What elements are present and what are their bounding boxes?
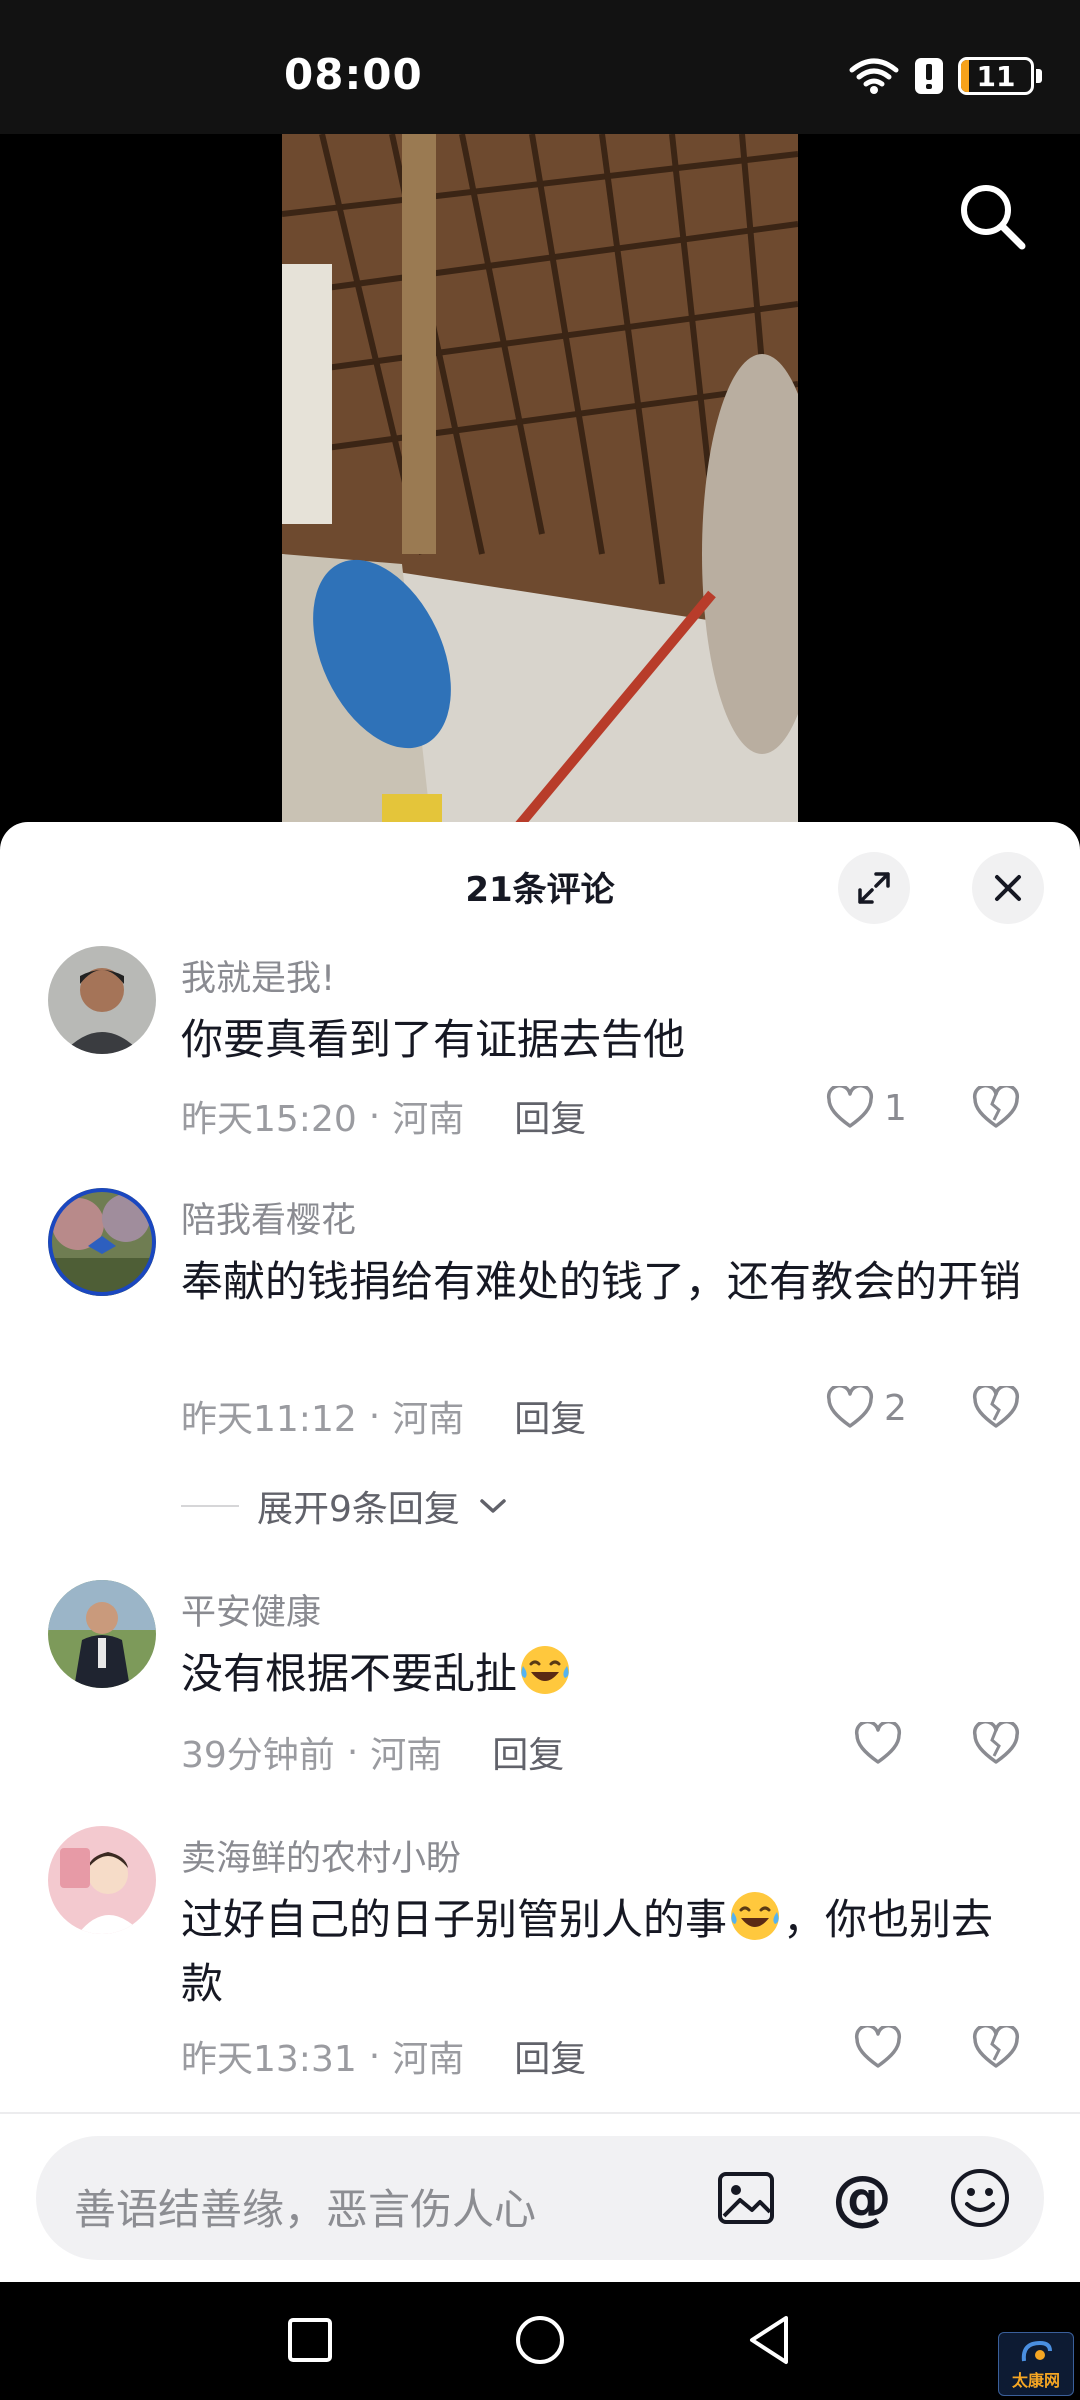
home-button[interactable] <box>510 2310 570 2370</box>
video-player[interactable] <box>0 134 1080 834</box>
comment-username[interactable]: 平安健康 <box>181 1584 321 1635</box>
status-bar: 08:00 11 <box>0 0 1080 134</box>
comment-time: 昨天13:31 <box>181 2039 357 2080</box>
like-button[interactable]: 2 <box>826 1386 907 1430</box>
avatar[interactable] <box>48 946 156 1054</box>
laughing-crying-emoji-icon <box>731 1892 780 1940</box>
comment-time: 39分钟前 <box>181 1735 335 1776</box>
comment-text: 奉献的钱捐给有难处的钱了，还有教会的开销 <box>181 1257 1022 1306</box>
comment-username[interactable]: 我就是我! <box>181 950 335 1001</box>
like-button[interactable]: 1 <box>826 1086 907 1130</box>
comment-item: 平安健康 没有根据不要乱扯 39分钟前 · 河南 回复 <box>0 1580 1080 1810</box>
meta-separator: · <box>368 1095 381 1137</box>
comment-location: 河南 <box>370 1735 443 1776</box>
at-icon: @ <box>832 2163 892 2233</box>
watermark-text: 太康网 <box>1011 2371 1060 2390</box>
comment-time: 昨天11:12 <box>181 1399 357 1440</box>
reply-button[interactable]: 回复 <box>514 1090 586 1142</box>
comment-item: 我就是我! 你要真看到了有证据去告他 昨天15:20 · 河南 回复 1 <box>0 946 1080 1166</box>
battery-fill <box>961 60 969 92</box>
image-button[interactable] <box>714 2166 778 2230</box>
smiley-icon <box>951 2169 1009 2227</box>
search-icon <box>961 185 1026 250</box>
comment-item: 陪我看樱花 奉献的钱捐给有难处的钱了，还有教会的开销 昨天11:12 · 河南 … <box>0 1188 1080 1478</box>
back-triangle-icon <box>750 2316 788 2364</box>
emoji-button[interactable] <box>948 2166 1012 2230</box>
wifi-icon <box>848 56 900 96</box>
comment-location: 河南 <box>392 1399 465 1440</box>
comment-text: 过好自己的日子别管别人的事 ，你也别去款 <box>181 1888 1021 2016</box>
laughing-crying-emoji-icon <box>521 1646 570 1694</box>
circle-icon <box>516 2316 564 2364</box>
recent-apps-button[interactable] <box>280 2310 340 2370</box>
broken-heart-icon <box>972 2024 1020 2068</box>
comment-text-content: 过好自己的日子别管别人的事 <box>181 1895 728 1944</box>
like-count: 1 <box>884 1087 907 1129</box>
comment-meta: 39分钟前 · 河南 回复 <box>181 1726 564 1778</box>
heart-icon <box>854 2026 902 2068</box>
chevron-down-icon <box>480 1499 506 1513</box>
broken-heart-icon <box>972 1084 1020 1128</box>
meta-separator: · <box>346 1731 359 1773</box>
comment-text: 没有根据不要乱扯 <box>181 1642 1021 1706</box>
comment-text: 你要真看到了有证据去告他 <box>181 1015 686 1064</box>
expand-replies-label: 展开9条回复 <box>257 1489 460 1530</box>
watermark-logo: 太康网 <box>998 2332 1074 2396</box>
comments-title: 21条评论 <box>465 870 615 910</box>
dislike-button[interactable] <box>972 1720 1020 1770</box>
comment-location: 河南 <box>392 1099 465 1140</box>
avatar[interactable] <box>48 1826 156 1934</box>
broken-heart-icon <box>972 1384 1020 1428</box>
comment-input[interactable]: 善语结善缘，恶言伤人心 @ <box>36 2136 1044 2260</box>
avatar[interactable] <box>48 1188 156 1296</box>
square-icon <box>288 2318 332 2362</box>
heart-icon <box>826 1086 874 1128</box>
status-icons: 11 <box>848 56 1042 96</box>
dislike-button[interactable] <box>972 1084 1020 1134</box>
expand-replies-button[interactable]: 展开9条回复 <box>181 1480 508 1532</box>
battery-level: 11 <box>976 59 1016 93</box>
heart-icon <box>854 1722 902 1764</box>
back-button[interactable] <box>740 2310 800 2370</box>
like-count: 2 <box>884 1387 907 1429</box>
comment-meta: 昨天11:12 · 河南 回复 <box>181 1390 586 1442</box>
divider <box>0 2112 1080 2114</box>
alert-icon <box>914 57 944 95</box>
comment-meta: 昨天13:31 · 河南 回复 <box>181 2030 586 2082</box>
like-button[interactable] <box>854 1722 902 1766</box>
status-time: 08:00 <box>284 50 423 99</box>
comment-item: 卖海鲜的农村小盼 过好自己的日子别管别人的事 ，你也别去款 昨天13:31 · … <box>0 1826 1080 2106</box>
reply-button[interactable]: 回复 <box>514 2030 586 2082</box>
broken-heart-icon <box>972 1720 1020 1764</box>
comment-time: 昨天15:20 <box>181 1099 357 1140</box>
comment-meta: 昨天15:20 · 河南 回复 <box>181 1090 586 1142</box>
divider <box>181 1505 239 1507</box>
comment-username[interactable]: 陪我看樱花 <box>181 1192 356 1243</box>
dislike-button[interactable] <box>972 1384 1020 1434</box>
meta-separator: · <box>368 2035 381 2077</box>
reply-button[interactable]: 回复 <box>514 1390 586 1442</box>
meta-separator: · <box>368 1395 381 1437</box>
dislike-button[interactable] <box>972 2024 1020 2074</box>
expand-icon <box>858 872 890 904</box>
image-icon <box>718 2172 774 2224</box>
expand-button[interactable] <box>838 852 910 924</box>
battery-indicator: 11 <box>958 57 1034 95</box>
avatar[interactable] <box>48 1580 156 1688</box>
comment-location: 河南 <box>392 2039 465 2080</box>
navigation-bar: 太康网 <box>0 2282 1080 2400</box>
like-button[interactable] <box>854 2026 902 2070</box>
watermark-icon <box>1021 2340 1052 2362</box>
comment-input-placeholder: 善语结善缘，恶言伤人心 <box>74 2185 537 2234</box>
comment-username[interactable]: 卖海鲜的农村小盼 <box>181 1830 461 1881</box>
video-frame[interactable] <box>282 134 798 834</box>
comment-text-content: 没有根据不要乱扯 <box>181 1649 518 1698</box>
close-icon <box>995 875 1021 901</box>
mention-button[interactable]: @ <box>830 2166 894 2230</box>
reply-button[interactable]: 回复 <box>492 1726 564 1778</box>
close-button[interactable] <box>972 852 1044 924</box>
battery-tip <box>1036 69 1042 83</box>
heart-icon <box>826 1386 874 1428</box>
search-button[interactable] <box>952 176 1032 256</box>
